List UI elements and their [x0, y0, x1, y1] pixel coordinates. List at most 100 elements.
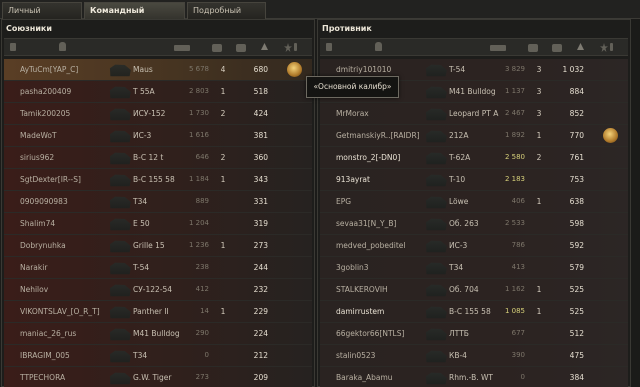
player-row[interactable]: Nehilov СУ-122-54 412 232 — [4, 279, 312, 301]
medals-icon[interactable] — [294, 43, 297, 51]
damage-value: 290 — [195, 329, 209, 337]
tank-icon — [425, 306, 447, 319]
player-name: dmitriy101010 — [336, 65, 392, 74]
player-row[interactable]: IBRAGIM_005 T34 0 212 — [4, 345, 312, 367]
damage-value: 1 616 — [188, 131, 209, 139]
player-name: TTPECHORA — [20, 373, 66, 382]
player-row[interactable]: 66gektor66[NTLS] ЛТТБ 677 512 — [320, 323, 628, 345]
player-row[interactable]: GetmanskiyR..[RAIDR] 212A 1 892 1 770 — [320, 125, 628, 147]
sort-arrow-icon[interactable] — [261, 43, 268, 50]
tank-icon[interactable] — [174, 45, 190, 51]
tab-personal-result[interactable]: Личный результат — [2, 2, 82, 30]
medals-icon[interactable] — [610, 43, 613, 51]
player-row[interactable]: Dobrynuhka Grille 15 1 236 1 273 — [4, 235, 312, 257]
player-row[interactable]: 0909090983 T34 889 331 — [4, 191, 312, 213]
player-name: Dobrynuhka — [20, 241, 66, 250]
tank-icon — [425, 64, 447, 77]
xp-value: 229 — [253, 307, 268, 316]
player-row[interactable]: 913ayrat T-10 2 183 753 — [320, 169, 628, 191]
medal-icon[interactable] — [287, 62, 302, 77]
frags-value: 1 — [536, 197, 542, 206]
tab-team-result[interactable]: Командный результат — [84, 2, 185, 30]
frags-value: 1 — [220, 87, 226, 96]
player-row[interactable]: STALKEROVIH Об. 704 1 162 1 525 — [320, 279, 628, 301]
xp-star-icon[interactable] — [284, 43, 292, 52]
player-name: 66gektor66[NTLS] — [336, 329, 405, 338]
player-row[interactable]: sevaa31[N_Y_B] Об. 263 2 533 598 — [320, 213, 628, 235]
damage-value: 786 — [511, 241, 525, 249]
player-name: Tamik200205 — [20, 109, 71, 118]
xp-value: 224 — [253, 329, 268, 338]
player-row[interactable]: Narakir T-54 238 244 — [4, 257, 312, 279]
player-row[interactable]: TTPECHORA G.W. Tiger 273 209 — [4, 367, 312, 387]
damage-value: 2 467 — [504, 109, 525, 117]
rank-icon[interactable] — [10, 43, 16, 51]
damage-value: 1 236 — [188, 241, 209, 249]
player-row[interactable]: SgtDexter[IR--S] B-C 155 58 1 184 1 343 — [4, 169, 312, 191]
tank-icon[interactable] — [490, 45, 506, 51]
player-row[interactable]: monstro_2[-DN0] T-62A 2 580 2 761 — [320, 147, 628, 169]
tank-name: ИС-3 — [449, 241, 468, 250]
player-row[interactable]: VIKONTSLAV_[O_R_T] Panther II 14 1 229 — [4, 301, 312, 323]
xp-value: 770 — [569, 131, 584, 140]
player-icon[interactable] — [59, 42, 66, 51]
xp-value: 512 — [569, 329, 584, 338]
tank-name: T 55A — [133, 87, 155, 96]
player-row[interactable]: MadeWoT ИС-3 1 616 381 — [4, 125, 312, 147]
xp-value: 1 032 — [562, 65, 584, 74]
damage-value: 413 — [511, 263, 525, 271]
damage-icon[interactable] — [528, 44, 538, 52]
rank-icon[interactable] — [326, 43, 332, 51]
player-name: monstro_2[-DN0] — [336, 153, 401, 162]
player-row[interactable]: Shalim74 E 50 1 204 319 — [4, 213, 312, 235]
tank-name: T-10 — [449, 175, 466, 184]
damage-value: 390 — [511, 351, 525, 359]
frags-icon[interactable] — [552, 44, 562, 52]
player-row[interactable]: maniac_26_rus M41 Bulldog 290 224 — [4, 323, 312, 345]
sort-arrow-icon[interactable] — [577, 43, 584, 50]
damage-value: 2 533 — [504, 219, 525, 227]
xp-value: 232 — [253, 285, 268, 294]
xp-star-icon[interactable] — [600, 43, 608, 52]
player-row[interactable]: AyTuCm[YAP_C] Maus 5 678 4 680 — [4, 59, 312, 81]
player-name: sirius962 — [20, 153, 55, 162]
tab-detailed-report[interactable]: Подробный отчёт — [187, 2, 266, 30]
tank-icon — [425, 240, 447, 253]
player-row[interactable]: medved_pobeditel ИС-3 786 592 — [320, 235, 628, 257]
xp-value: 884 — [569, 87, 584, 96]
tank-name: Maus — [133, 65, 153, 74]
xp-value: 331 — [253, 197, 268, 206]
player-row[interactable]: Baraka_Abamu Rhm.-B. WT 0 384 — [320, 367, 628, 387]
player-row[interactable]: damirrustem B-C 155 58 1 085 1 525 — [320, 301, 628, 323]
player-row[interactable]: pasha200409 T 55A 2 803 1 518 — [4, 81, 312, 103]
player-name: SgtDexter[IR--S] — [20, 175, 81, 184]
tank-name: Об. 263 — [449, 219, 479, 228]
player-row[interactable]: 3goblin3 T34 413 579 — [320, 257, 628, 279]
tank-icon — [109, 108, 131, 121]
medal-icon[interactable] — [603, 128, 618, 143]
player-row[interactable]: stalin0523 КВ-4 390 475 — [320, 345, 628, 367]
xp-value: 381 — [253, 131, 268, 140]
frags-value: 3 — [536, 65, 542, 74]
player-row[interactable]: EPG Löwe 406 1 638 — [320, 191, 628, 213]
tank-name: ИСУ-152 — [133, 109, 166, 118]
player-row[interactable]: Tamik200205 ИСУ-152 1 730 2 424 — [4, 103, 312, 125]
player-icon[interactable] — [375, 42, 382, 51]
damage-icon[interactable] — [212, 44, 222, 52]
tank-name: T-54 — [449, 65, 466, 74]
xp-value: 244 — [253, 263, 268, 272]
tank-name: E 50 — [133, 219, 150, 228]
tank-icon — [109, 218, 131, 231]
player-row[interactable]: MrMorax Leopard PT A 2 467 3 852 — [320, 103, 628, 125]
damage-value: 1 892 — [504, 131, 525, 139]
frags-icon[interactable] — [236, 44, 246, 52]
damage-value: 0 — [204, 351, 209, 359]
player-row[interactable]: sirius962 B-C 12 t 646 2 360 — [4, 147, 312, 169]
player-name: MrMorax — [336, 109, 369, 118]
xp-value: 518 — [253, 87, 268, 96]
tank-name: B-C 155 58 — [133, 175, 175, 184]
xp-value: 424 — [253, 109, 268, 118]
damage-value: 2 580 — [504, 153, 525, 161]
tank-icon — [109, 240, 131, 253]
damage-value: 1 730 — [188, 109, 209, 117]
